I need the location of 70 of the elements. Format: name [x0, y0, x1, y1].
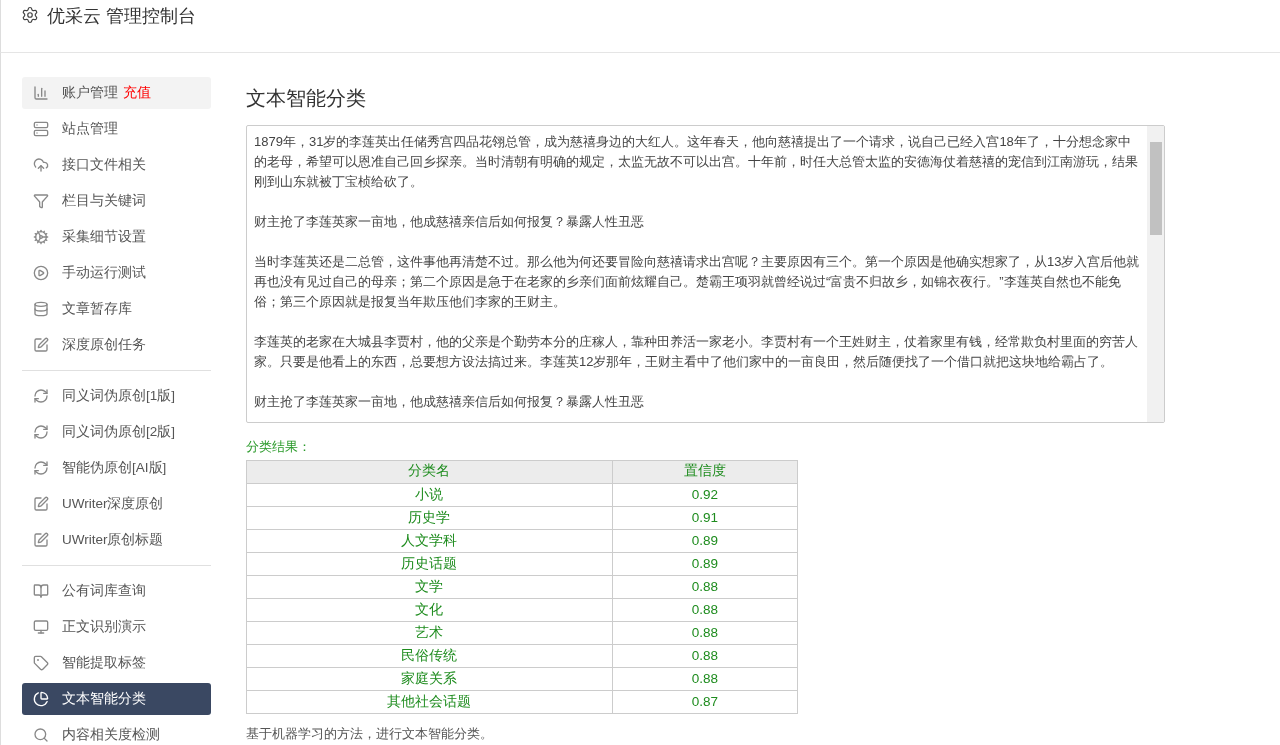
- database-icon: [33, 301, 49, 317]
- sidebar-item[interactable]: 文本智能分类: [22, 683, 211, 715]
- table-cell: 0.88: [612, 644, 798, 667]
- table-cell: 文学: [246, 575, 613, 598]
- sidebar-item[interactable]: 智能提取标签: [22, 647, 211, 679]
- footnote-text: 基于机器学习的方法，进行文本智能分类。: [246, 724, 494, 743]
- gears-icon: [33, 229, 49, 245]
- server-icon: [33, 121, 49, 137]
- table-cell: 0.89: [612, 552, 798, 575]
- page-title: 文本智能分类: [246, 86, 367, 111]
- table-cell: 人文学科: [246, 529, 613, 552]
- column-header: 置信度: [612, 460, 798, 483]
- table-cell: 历史话题: [246, 552, 613, 575]
- paragraph-text: 1879年，31岁的李莲英出任储秀宫四品花翎总管，成为慈禧身边的大红人。这年春天，他向慈禧提出了一个请求，说自己已经入宫18年了，十分想念家中的老母，希望可以恩准自己回乡探亲。当时清朝有明确的规定，太监无故不可以出宫。十年前，时任大总管太监的安德海仗着慈禧的宠信到江南游玩，结果刚到山东就被丁宝桢给砍了。: [254, 133, 1139, 191]
- refresh-icon: [33, 424, 49, 440]
- sidebar-item[interactable]: 公有词库查询: [22, 575, 211, 607]
- table-cell: 其他社会话题: [246, 690, 613, 713]
- sidebar-item[interactable]: 深度原创任务: [22, 329, 211, 361]
- sidebar-item[interactable]: 账户管理 充值: [22, 77, 211, 109]
- paragraph-text: 当时李莲英还是二总管，这件事他再清楚不过。那么他为何还要冒险向慈禧请求出宫呢？主要原因有三个。第一个原因是他确实想家了，从13岁入宫后他就再也没有见过自己的母亲；第二个原因是急于在老家的乡亲们面前炫耀自己。楚霸王项羽就曾经说过“富贵不归故乡，如锦衣夜行。”李莲英自然也不能免俗；第三个原因就是报复当年欺压他们李家的王财主。: [254, 253, 1140, 311]
- sidebar-item[interactable]: 站点管理: [22, 113, 211, 145]
- table-cell: 家庭关系: [246, 667, 613, 690]
- table-cell: 0.88: [612, 598, 798, 621]
- sidebar-item[interactable]: 文章暂存库: [22, 293, 211, 325]
- refresh-icon: [33, 460, 49, 476]
- sidebar-item[interactable]: UWriter原创标题: [22, 524, 211, 556]
- sidebar-item[interactable]: 同义词伪原创[2版]: [22, 416, 211, 448]
- table-cell: 文化: [246, 598, 613, 621]
- table-cell: 0.91: [612, 506, 798, 529]
- table-cell: 0.89: [612, 529, 798, 552]
- sidebar-item[interactable]: UWriter深度原创: [22, 488, 211, 520]
- table-cell: 0.87: [612, 690, 798, 713]
- edit-icon: [33, 532, 49, 548]
- table-cell: 艺术: [246, 621, 613, 644]
- sidebar-item[interactable]: 智能伪原创[AI版]: [22, 452, 211, 484]
- sidebar-item[interactable]: 内容相关度检测: [22, 719, 211, 745]
- sidebar-item[interactable]: 正文识别演示: [22, 611, 211, 643]
- table-cell: 历史学: [246, 506, 613, 529]
- sidebar-item[interactable]: 栏目与关键词: [22, 185, 211, 217]
- sidebar-item[interactable]: 同义词伪原创[1版]: [22, 380, 211, 412]
- edit-icon: [33, 337, 49, 353]
- bar-chart-icon: [33, 85, 49, 101]
- pie-chart-icon: [33, 691, 49, 707]
- text-area[interactable]: [246, 125, 1165, 423]
- recharge-link[interactable]: 充值: [123, 82, 151, 104]
- paragraph-text: 李莲英的老家在大城县李贾村，他的父亲是个勤劳本分的庄稼人，靠种田养活一家老小。李贾村有一个王姓财主，仗着家里有钱，经常欺负村里面的穷苦人家。只要是他看上的东西，总要想方设法搞过来。李莲英12岁那年，王财主看中了他们家中的一亩良田，然后随便找了一个借口就把这块地给霸占了。: [254, 333, 1139, 371]
- table-cell: 民俗传统: [246, 644, 613, 667]
- table-cell: 0.88: [612, 667, 798, 690]
- sidebar-item[interactable]: 手动运行测试: [22, 257, 211, 289]
- book-icon: [33, 583, 49, 599]
- refresh-icon: [33, 388, 49, 404]
- paragraph-text: 财主抢了李莲英家一亩地，他成慈禧亲信后如何报复？暴露人性丑恶: [254, 213, 645, 231]
- settings-icon: [21, 6, 39, 24]
- table-cell: 0.92: [612, 483, 798, 506]
- table-cell: 小说: [246, 483, 613, 506]
- column-header: 分类名: [246, 460, 613, 483]
- edit-icon: [33, 496, 49, 512]
- play-icon: [33, 265, 49, 281]
- table-cell: 0.88: [612, 575, 798, 598]
- table-cell: 0.88: [612, 621, 798, 644]
- tag-icon: [33, 655, 49, 671]
- cloud-upload-icon: [33, 157, 49, 173]
- filter-icon: [33, 193, 49, 209]
- sidebar-item[interactable]: 采集细节设置: [22, 221, 211, 253]
- search-icon: [33, 727, 49, 743]
- result-label: 分类结果：: [246, 438, 312, 456]
- paragraph-text: 财主抢了李莲英家一亩地，他成慈禧亲信后如何报复？暴露人性丑恶: [254, 393, 645, 411]
- app-title: 优采云 管理控制台: [47, 5, 196, 28]
- monitor-icon: [33, 619, 49, 635]
- sidebar-item[interactable]: 接口文件相关: [22, 149, 211, 181]
